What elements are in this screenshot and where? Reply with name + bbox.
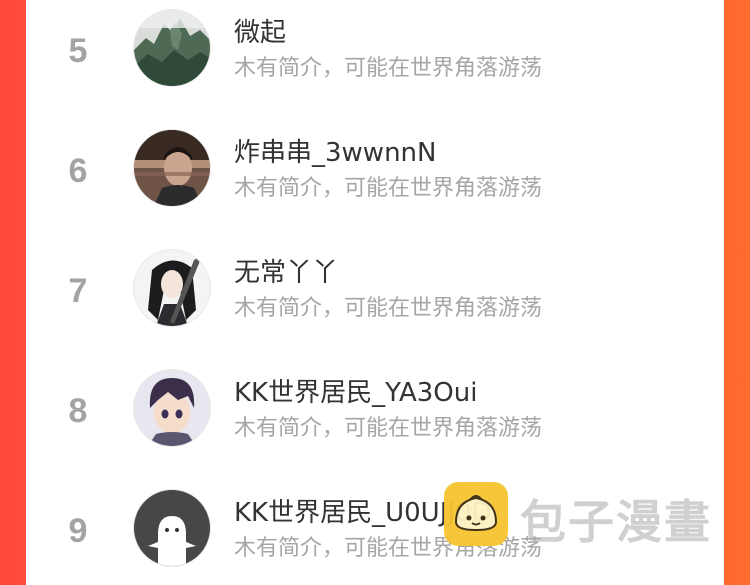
list-item[interactable]: 5 微起 木有简介，可能在世界角落游荡 (26, 6, 724, 90)
user-bio: 木有简介，可能在世界角落游荡 (234, 416, 543, 441)
user-bio: 木有简介，可能在世界角落游荡 (234, 56, 543, 81)
anime-swordsman-avatar (134, 250, 210, 326)
watermark: 包子漫畫 (444, 478, 734, 549)
rank-number: 6 (68, 152, 88, 190)
rank-number: 7 (68, 272, 88, 310)
user-name[interactable]: 炸串串_3wwnnN (234, 132, 436, 169)
avatar[interactable] (134, 370, 210, 446)
default-ghost-avatar (134, 490, 210, 566)
anime-boy-avatar (134, 370, 210, 446)
user-bio: 木有简介，可能在世界角落游荡 (234, 176, 543, 201)
list-item[interactable]: 7 无常丫丫 木有简介，可能在世界角落游荡 (26, 246, 724, 330)
list-item[interactable]: 6 炸串串_3wwnnN 木有简介，可能在世界角落游荡 (26, 126, 724, 210)
avatar[interactable] (134, 130, 210, 206)
avatar[interactable] (134, 10, 210, 86)
rank-number: 9 (68, 512, 88, 550)
bun-logo-icon (444, 482, 508, 546)
watermark-text: 包子漫畫 (520, 495, 712, 549)
mountain-landscape-avatar (134, 10, 210, 86)
user-bio: 木有简介，可能在世界角落游荡 (234, 296, 543, 321)
rank-number: 5 (68, 32, 88, 70)
list-item[interactable]: 8 KK世界居民_YA3Oui 木有简介，可能在世界角落游荡 (26, 366, 724, 450)
user-name[interactable]: 无常丫丫 (234, 252, 338, 289)
avatar[interactable] (134, 250, 210, 326)
avatar[interactable] (134, 490, 210, 566)
rank-number: 8 (68, 392, 88, 430)
user-name[interactable]: 微起 (234, 12, 286, 49)
user-name[interactable]: KK世界居民_YA3Oui (234, 372, 477, 409)
man-portrait-avatar (134, 130, 210, 206)
